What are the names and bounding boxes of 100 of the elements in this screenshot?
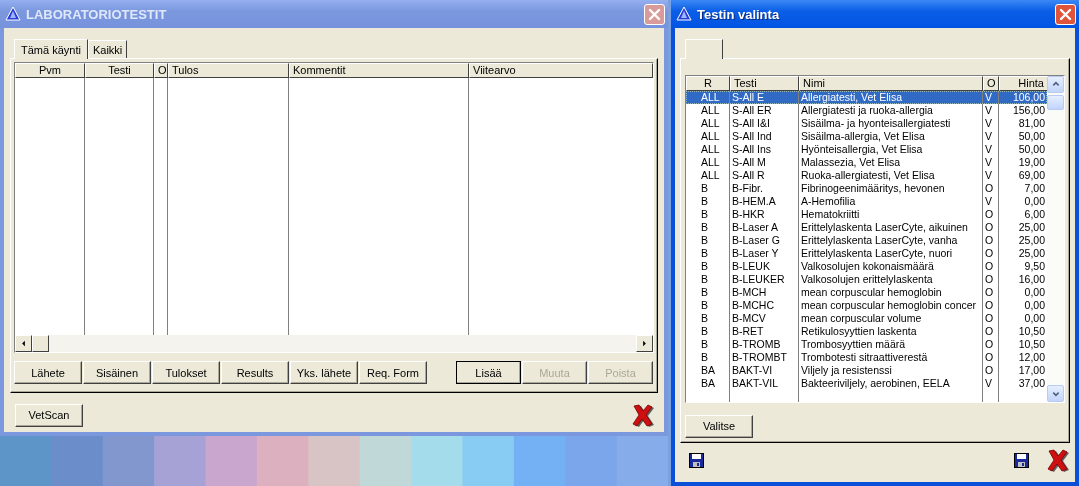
table-cell: O [983, 312, 999, 325]
table-cell: B-Laser G [730, 234, 799, 247]
column-header[interactable]: Hinta [999, 76, 1048, 91]
table-cell: Malassezia, Vet Elisa [799, 156, 983, 169]
table-cell: O [983, 286, 999, 299]
table-cell: B-LEUKER [730, 273, 799, 286]
close-button[interactable] [1055, 3, 1076, 25]
column-header[interactable]: O [154, 63, 168, 78]
table-cell: B [686, 286, 730, 299]
table-cell: BAKT-VI [730, 364, 799, 377]
column-header[interactable]: Testi [85, 63, 154, 78]
table-cell: Ruoka-allergiatesti, Vet Elisa [799, 169, 983, 182]
close-icon[interactable] [630, 402, 654, 428]
scroll-up-button[interactable] [1047, 76, 1064, 93]
column-header[interactable]: Viitearvo [469, 63, 653, 78]
table-cell: V [983, 195, 999, 208]
table-cell: Fibrinogeenimääritys, hevonen [799, 182, 983, 195]
table-cell: ALL [686, 104, 730, 117]
table-cell: B-MCV [730, 312, 799, 325]
table-cell: V [983, 156, 999, 169]
table-cell: Trombotesti sitraattiverestä [799, 351, 983, 364]
table-cell: ALL [686, 156, 730, 169]
table-cell: ALL [686, 117, 730, 130]
table-cell: mean corpuscular hemoglobin concer [799, 299, 983, 312]
table-cell: V [983, 91, 999, 104]
column-header[interactable]: R [686, 76, 730, 91]
button[interactable]: Lähete [14, 361, 82, 384]
table-cell: V [983, 169, 999, 182]
column-header[interactable]: O [983, 76, 999, 91]
app-icon [5, 6, 21, 22]
scrollbar-thumb[interactable] [1047, 95, 1064, 110]
chevron-down-icon [1051, 389, 1060, 398]
table-cell: Trombosyyttien määrä [799, 338, 983, 351]
scroll-down-button[interactable] [1047, 385, 1064, 402]
column-header[interactable]: Tulos [168, 63, 289, 78]
table-cell: B [686, 208, 730, 221]
table-cell: B [686, 260, 730, 273]
column-header[interactable]: Nimi [799, 76, 983, 91]
table-cell: S-All M [730, 156, 799, 169]
tab[interactable]: Kaikki [87, 40, 128, 58]
column-header[interactable]: Testi [730, 76, 799, 91]
table-cell: O [983, 260, 999, 273]
table-cell: B [686, 338, 730, 351]
table-cell: B-MCHC [730, 299, 799, 312]
table-cell: Sisäilma-allergia, Vet Elisa [799, 130, 983, 143]
arrow-left-icon [19, 339, 28, 348]
arrow-right-icon [640, 339, 649, 348]
table-cell: B [686, 195, 730, 208]
table-cell: Viljely ja resistenssi [799, 364, 983, 377]
chevron-up-icon [1051, 80, 1060, 89]
table-cell: ALL [686, 143, 730, 156]
column-header[interactable]: Kommentit [289, 63, 469, 78]
table-cell: B [686, 234, 730, 247]
tab[interactable]: Tämä käynti [14, 39, 88, 59]
button[interactable]: Lisää [456, 361, 521, 384]
table-cell: BA [686, 377, 730, 390]
button[interactable]: Sisäinen [83, 361, 151, 384]
table-cell: S-All ER [730, 104, 799, 117]
scroll-right-button[interactable] [636, 335, 653, 352]
tab[interactable] [685, 39, 723, 59]
vetscan-button[interactable]: VetScan [15, 403, 83, 427]
table-cell: S-All I&I [730, 117, 799, 130]
table-cell: V [983, 104, 999, 117]
table-cell: Bakteeriviljely, aerobinen, EELA [799, 377, 983, 390]
table-cell: B-TROMB [730, 338, 799, 351]
table-cell: O [983, 247, 999, 260]
table-cell: B [686, 299, 730, 312]
button[interactable]: Results [221, 361, 289, 384]
table-cell: B-MCH [730, 286, 799, 299]
table-cell: mean corpuscular hemoglobin [799, 286, 983, 299]
button[interactable]: Yks. lähete [290, 361, 358, 384]
column-header[interactable]: Pvm [15, 63, 85, 78]
save-icon[interactable] [1014, 452, 1029, 468]
table-cell: Erittelylaskenta LaserCyte, vanha [799, 234, 983, 247]
table-cell: V [983, 143, 999, 156]
table-cell: BAKT-VIL [730, 377, 799, 390]
table-cell: B-Fibr. [730, 182, 799, 195]
table-cell: V [983, 130, 999, 143]
table-cell: Allergiatesti ja ruoka-allergia [799, 104, 983, 117]
table-cell: V [983, 117, 999, 130]
scroll-left-button[interactable] [15, 335, 32, 352]
table-cell: ALL [686, 130, 730, 143]
valitse-button[interactable]: Valitse [685, 414, 753, 438]
table-cell: V [983, 377, 999, 390]
table-cell: ALL [686, 91, 730, 104]
button[interactable]: Tulokset [152, 361, 220, 384]
table-cell: B-Laser A [730, 221, 799, 234]
table-cell: B-TROMBT [730, 351, 799, 364]
table-cell: O [983, 325, 999, 338]
table-cell: S-All Ind [730, 130, 799, 143]
table-cell: O [983, 299, 999, 312]
table-cell: B [686, 247, 730, 260]
table-cell: B [686, 182, 730, 195]
window-title: Testin valinta [697, 6, 781, 22]
close-icon[interactable] [1045, 447, 1069, 473]
table-cell: Hyönteisallergia, Vet Elisa [799, 143, 983, 156]
button[interactable]: Req. Form [359, 361, 427, 384]
save-icon[interactable] [689, 452, 704, 468]
table-cell: B [686, 221, 730, 234]
table-cell: Sisäilma- ja hyonteisallergiatesti [799, 117, 983, 130]
